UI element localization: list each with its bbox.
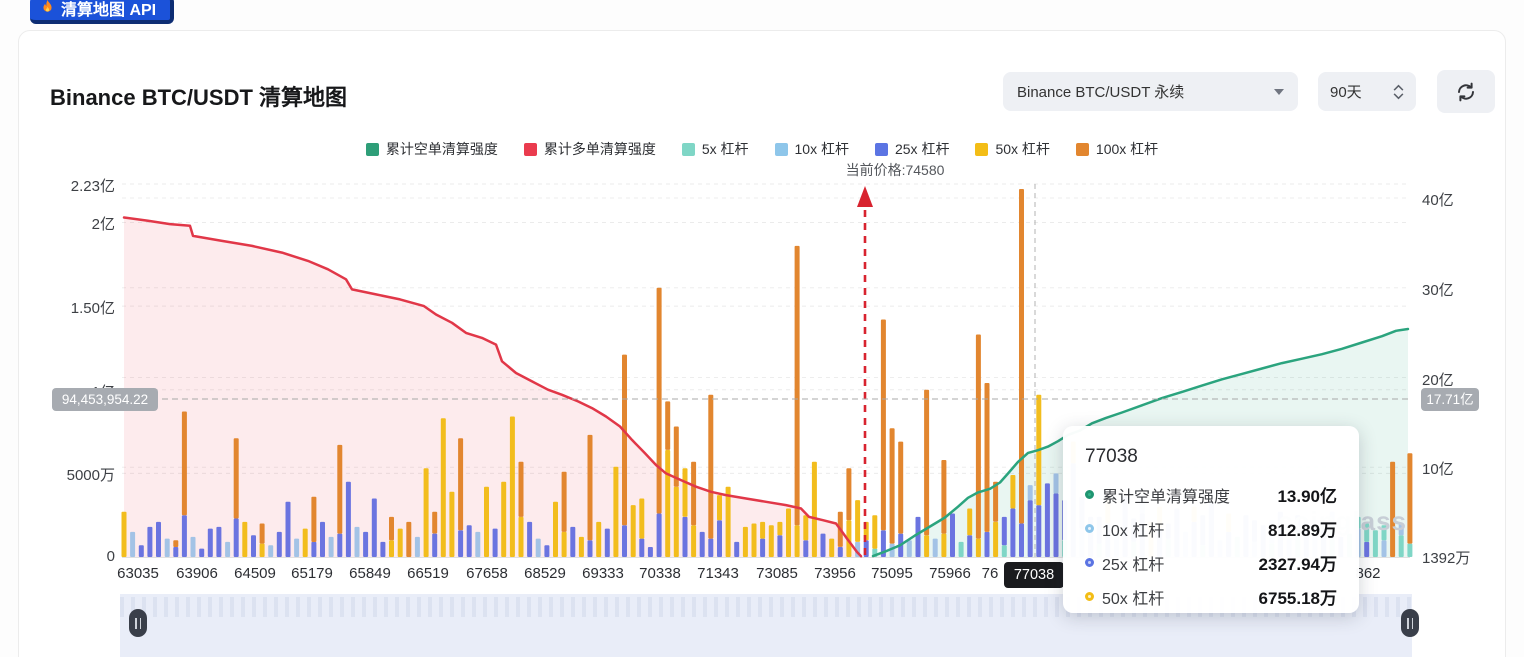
series-marker-icon bbox=[1085, 592, 1094, 601]
tooltip-series-label: 25x 杠杆 bbox=[1102, 556, 1165, 574]
tooltip-rows: 累计空单清算强度 13.90亿 10x 杠杆 812.89万 25x 杠杆 2327.94… bbox=[1085, 482, 1337, 609]
crosshair-x-value-badge: 77038 bbox=[1004, 562, 1064, 588]
tooltip-series-label: 50x 杠杆 bbox=[1102, 590, 1165, 608]
tooltip-series-value: 812.89万 bbox=[1268, 521, 1337, 540]
tooltip-series-label: 累计空单清算强度 bbox=[1102, 488, 1231, 506]
tooltip-row: 25x 杠杆 2327.94万 bbox=[1085, 550, 1337, 575]
chart-tooltip: 77038 累计空单清算强度 13.90亿 10x 杠杆 812.89万 25x 杠杆 2… bbox=[1063, 426, 1359, 613]
tooltip-row: 50x 杠杆 6755.18万 bbox=[1085, 584, 1337, 609]
tooltip-row: 累计空单清算强度 13.90亿 bbox=[1085, 482, 1337, 507]
tooltip-series-value: 6755.18万 bbox=[1258, 589, 1337, 608]
liquidation-map-page: 清算地图 API Binance BTC/USDT 清算地图 Binance B… bbox=[0, 0, 1524, 657]
tooltip-series-value: 13.90亿 bbox=[1277, 487, 1337, 506]
series-marker-icon bbox=[1085, 524, 1094, 533]
brush-handle-right[interactable] bbox=[1401, 609, 1419, 637]
brush-handle-left[interactable] bbox=[129, 609, 147, 637]
crosshair-left-value-badge: 94,453,954.22 bbox=[52, 388, 158, 411]
series-marker-icon bbox=[1085, 490, 1094, 499]
tooltip-row: 10x 杠杆 812.89万 bbox=[1085, 516, 1337, 541]
tooltip-series-label: 10x 杠杆 bbox=[1102, 522, 1165, 540]
crosshair-right-value-badge: 17.71亿 bbox=[1421, 388, 1479, 411]
tooltip-series-value: 2327.94万 bbox=[1258, 555, 1337, 574]
series-marker-icon bbox=[1085, 558, 1094, 567]
tooltip-title: 77038 bbox=[1085, 446, 1138, 467]
